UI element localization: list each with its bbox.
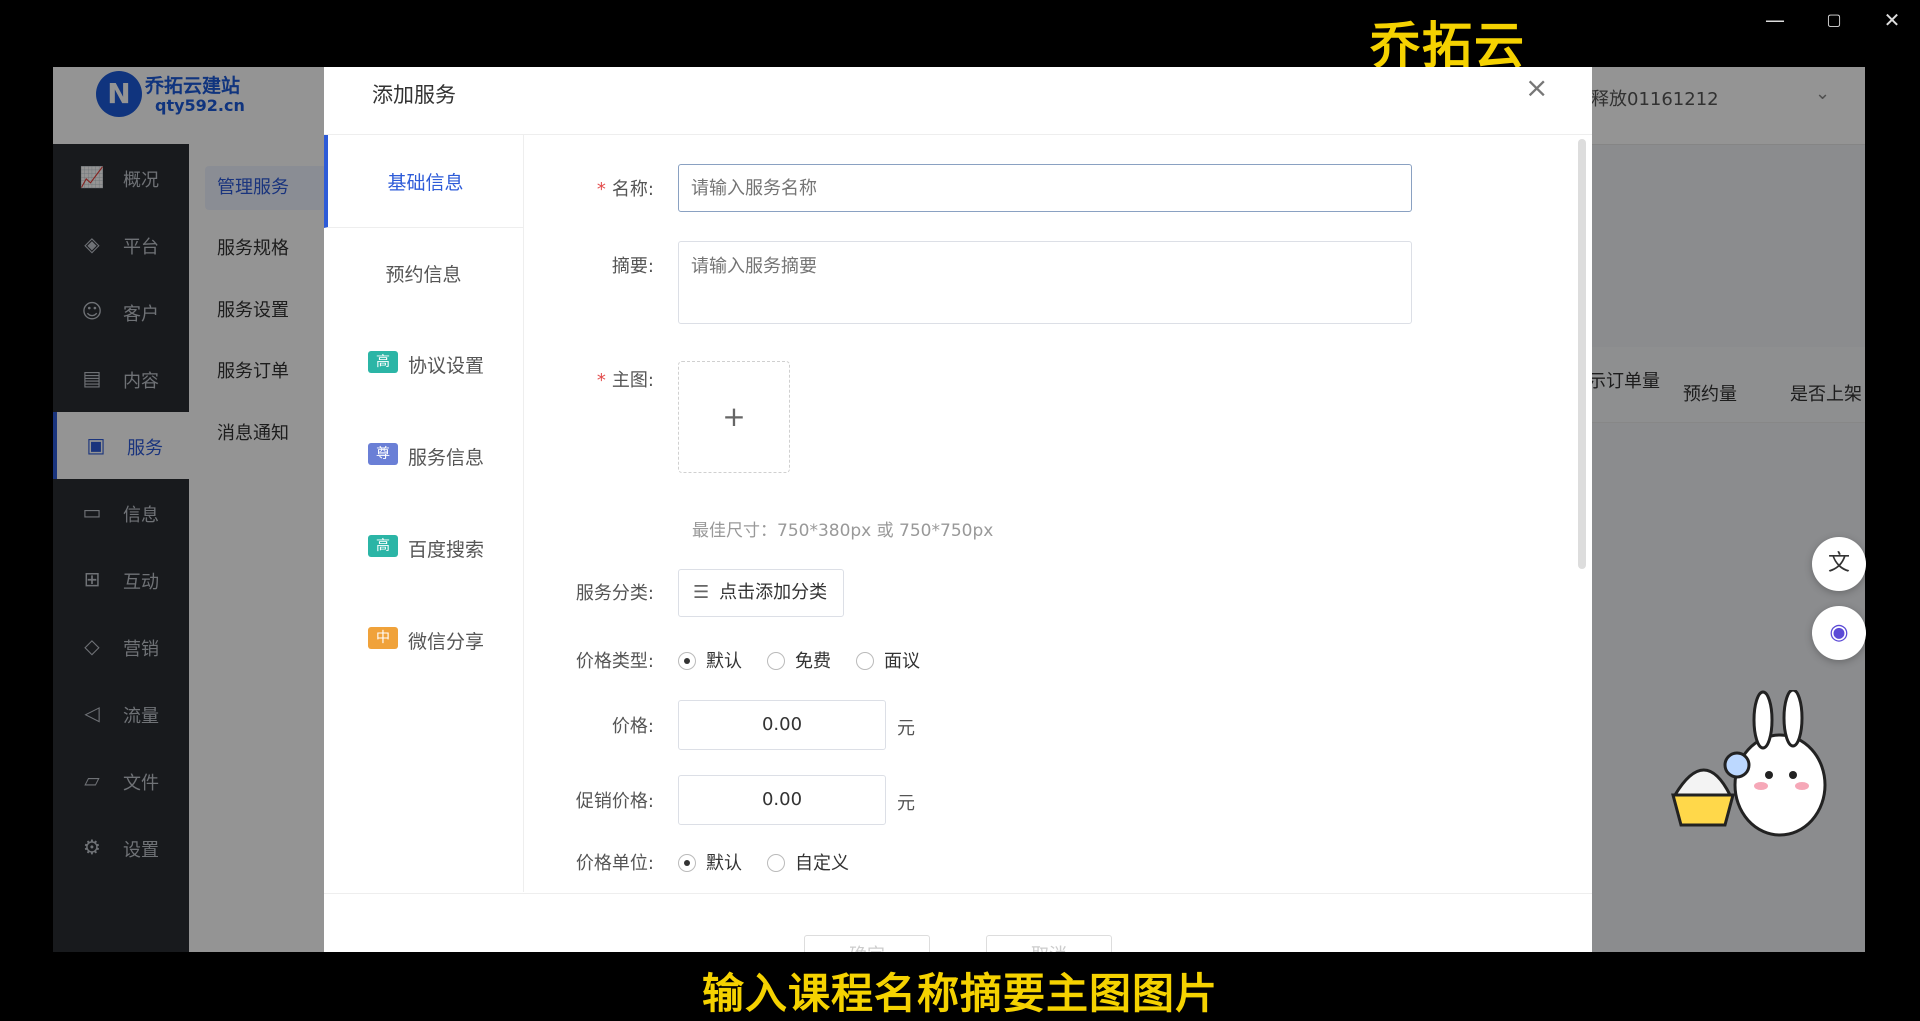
subtitle-caption: 输入课程名称摘要主图图片 bbox=[701, 969, 1218, 1018]
minimize-button[interactable]: — bbox=[1757, 6, 1793, 34]
tab-baidu-search[interactable]: 高 百度搜索 bbox=[324, 503, 523, 595]
promo-price-unit-text: 元 bbox=[897, 793, 915, 814]
price-input[interactable]: 0.00 bbox=[678, 700, 886, 750]
close-icon[interactable]: × bbox=[1525, 71, 1548, 104]
add-category-button[interactable]: ☰ 点击添加分类 bbox=[678, 569, 844, 617]
price-type-default-radio[interactable]: 默认 bbox=[678, 647, 742, 673]
premium-badge: 高 bbox=[368, 351, 398, 373]
tab-service-info[interactable]: 尊 服务信息 bbox=[324, 411, 523, 503]
dialog-tab-list: 基础信息 预约信息 高 协议设置 尊 服务信息 高 百度搜索 中 微信分享 bbox=[324, 135, 524, 892]
translate-icon[interactable]: 文 bbox=[1812, 537, 1866, 591]
summary-textarea[interactable] bbox=[678, 241, 1412, 324]
add-service-dialog: 添加服务 × 基础信息 预约信息 高 协议设置 尊 服务信息 高 百度搜索 中 … bbox=[324, 67, 1592, 977]
price-unit-text: 元 bbox=[897, 718, 915, 739]
tab-booking-info[interactable]: 预约信息 bbox=[324, 227, 523, 319]
restore-button[interactable]: ▢ bbox=[1816, 6, 1852, 34]
price-type-negotiable-radio[interactable]: 面议 bbox=[856, 647, 920, 673]
summary-label: 摘要: bbox=[611, 256, 654, 277]
premium-badge: 中 bbox=[368, 627, 398, 649]
image-upload-button[interactable]: + bbox=[678, 361, 790, 473]
premium-badge: 高 bbox=[368, 535, 398, 557]
divider bbox=[324, 893, 1592, 894]
main-image-label: * 主图: bbox=[596, 370, 654, 391]
assistant-bot-icon[interactable]: ◉ bbox=[1812, 606, 1866, 660]
promo-price-label: 促销价格: bbox=[575, 791, 654, 812]
premium-badge: 尊 bbox=[368, 443, 398, 465]
price-label: 价格: bbox=[611, 716, 654, 737]
tab-basic-info[interactable]: 基础信息 bbox=[324, 135, 523, 228]
price-unit-default-radio[interactable]: 默认 bbox=[678, 849, 742, 875]
category-label: 服务分类: bbox=[575, 583, 654, 604]
close-window-button[interactable]: ✕ bbox=[1874, 6, 1910, 34]
plus-icon: + bbox=[722, 400, 746, 433]
promo-price-input[interactable]: 0.00 bbox=[678, 775, 886, 825]
tab-agreement-settings[interactable]: 高 协议设置 bbox=[324, 319, 523, 411]
rabbit-mascot-icon bbox=[1671, 690, 1827, 837]
name-input[interactable] bbox=[678, 164, 1412, 212]
price-type-free-radio[interactable]: 免费 bbox=[767, 647, 831, 673]
dialog-title: 添加服务 bbox=[372, 83, 456, 107]
image-size-hint: 最佳尺寸：750*380px 或 750*750px bbox=[692, 521, 994, 541]
price-unit-label: 价格单位: bbox=[575, 853, 654, 874]
price-type-label: 价格类型: bbox=[575, 651, 654, 672]
list-icon: ☰ bbox=[693, 582, 710, 603]
tab-wechat-share[interactable]: 中 微信分享 bbox=[324, 595, 523, 687]
scrollbar[interactable] bbox=[1578, 139, 1586, 569]
price-unit-custom-radio[interactable]: 自定义 bbox=[767, 849, 849, 875]
name-label: * 名称: bbox=[596, 179, 654, 200]
